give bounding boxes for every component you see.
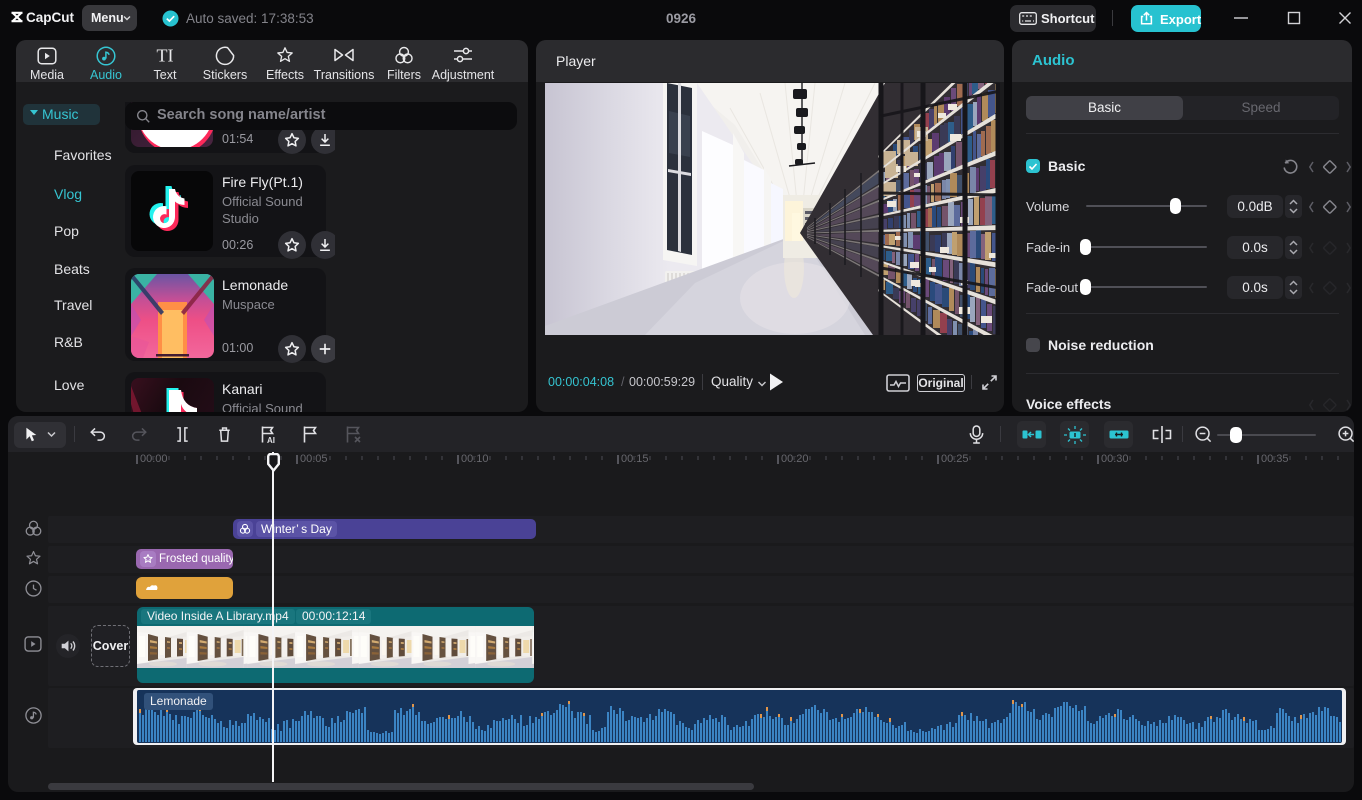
- svg-text:AI: AI: [267, 436, 275, 445]
- svg-text:TI: TI: [157, 46, 174, 66]
